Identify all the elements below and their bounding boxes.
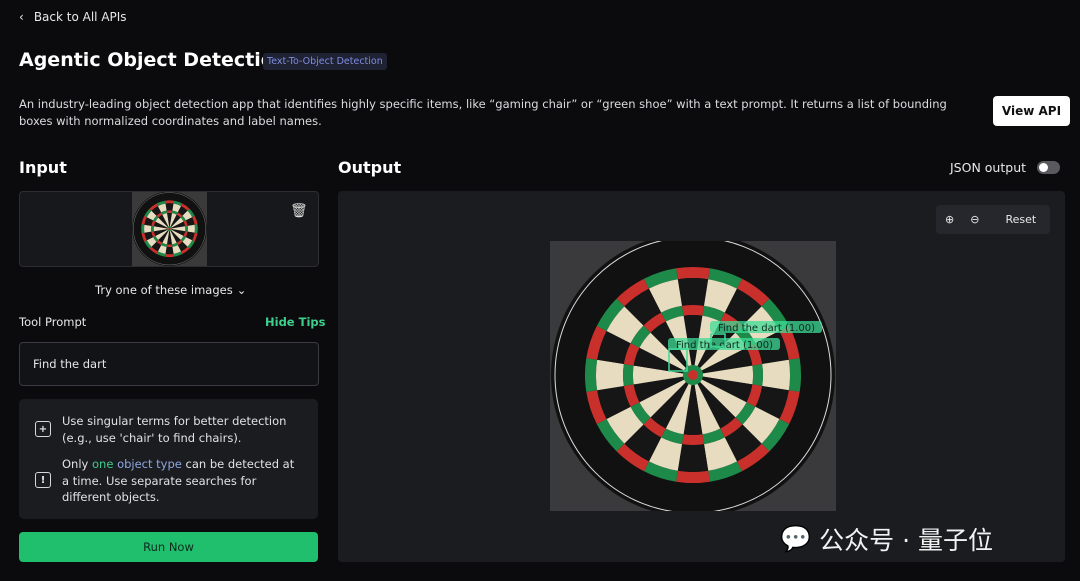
dartboard-segment: [165, 200, 174, 204]
dartboard-segment: [762, 359, 790, 391]
input-heading: Input: [19, 158, 67, 177]
bullseye: [688, 370, 698, 380]
dartboard-segment: [165, 203, 174, 211]
json-output-toggle[interactable]: [1037, 161, 1060, 174]
output-panel: ⊕ ⊖ Reset Find the dart (1.00) Find the d…: [338, 191, 1065, 562]
dartboard-segment: [623, 364, 634, 386]
category-badge: Text-To-Object Detection: [263, 53, 387, 70]
zoom-in-icon[interactable]: ⊕: [945, 213, 954, 226]
dartboard-segment: [676, 266, 710, 280]
dartboard-segment: [788, 358, 802, 392]
hide-tips-link[interactable]: Hide Tips: [265, 315, 325, 329]
dartboard-segment: [682, 305, 704, 316]
try-images-dropdown[interactable]: Try one of these images ⌄: [95, 283, 246, 297]
tip-singular: Use singular terms for better detection …: [62, 414, 287, 445]
tool-prompt-label: Tool Prompt: [19, 315, 87, 329]
dartboard-segment: [151, 225, 154, 232]
run-now-button[interactable]: Run Now: [19, 532, 318, 562]
back-link[interactable]: ‹ Back to All APIs: [19, 10, 127, 24]
dartboard-segment: [682, 434, 704, 445]
dartboard-segment: [165, 246, 174, 255]
page-description: An industry-leading object detection app…: [19, 97, 947, 128]
zoom-out-icon[interactable]: ⊖: [970, 213, 979, 226]
detection-label: Find the dart (1.00): [718, 323, 815, 334]
trash-icon[interactable]: 🗑: [290, 203, 308, 219]
dartboard-segment: [677, 278, 709, 306]
dartboard-segment: [584, 358, 598, 392]
tip-one-type: Only one object type can be detected at …: [62, 457, 295, 504]
chevron-left-icon: ‹: [19, 10, 24, 24]
input-image-box[interactable]: 🗑: [19, 191, 319, 267]
watermark: 💬 公众号 · 量子位: [780, 524, 993, 555]
dartboard-segment: [185, 225, 188, 232]
view-api-button[interactable]: View API: [993, 96, 1070, 126]
input-image-thumbnail: [132, 192, 207, 266]
dartboard-segment: [752, 364, 763, 386]
tool-prompt-input[interactable]: [19, 342, 319, 386]
output-heading: Output: [338, 158, 402, 177]
output-image: Find the dart (1.00)Find the dart (1.00): [550, 241, 836, 511]
dartboard-segment: [187, 224, 195, 233]
wechat-icon: 💬: [780, 524, 812, 553]
page-title: Agentic Object Detection: [19, 49, 288, 71]
dartboard-segment: [144, 224, 152, 233]
chevron-down-icon: ⌄: [236, 283, 247, 297]
sparkle-chat-icon: +: [35, 421, 51, 437]
alert-icon: !: [35, 472, 51, 488]
dartboard-segment: [141, 224, 145, 234]
dartboard-segment: [677, 444, 709, 472]
dartboard-segment: [676, 470, 710, 484]
tips-panel: + Use singular terms for better detectio…: [19, 399, 318, 519]
bullseye: [168, 227, 171, 231]
dartboard-segment: [596, 359, 624, 391]
reset-button[interactable]: Reset: [1005, 213, 1036, 226]
dartboard-segment: [166, 244, 173, 248]
zoom-toolbar: ⊕ ⊖ Reset: [936, 205, 1050, 234]
dartboard-segment: [166, 210, 173, 214]
json-output-label: JSON output: [950, 160, 1027, 175]
dartboard-segment: [194, 224, 198, 234]
dartboard-segment: [165, 253, 174, 258]
